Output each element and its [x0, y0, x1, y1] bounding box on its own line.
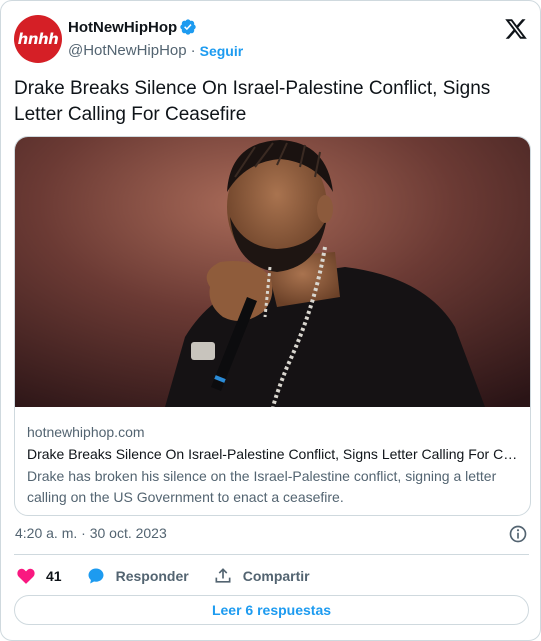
share-button[interactable]: Compartir	[213, 566, 310, 586]
action-bar: 41 Responder Compartir	[16, 564, 334, 588]
divider	[14, 554, 529, 555]
article-photo	[15, 137, 530, 407]
link-preview-card[interactable]: hotnewhiphop.com Drake Breaks Silence On…	[14, 136, 531, 516]
link-domain: hotnewhiphop.com	[27, 424, 145, 440]
avatar-logo-text: hnhh	[17, 30, 59, 48]
tweet-text: Drake Breaks Silence On Israel-Palestine…	[14, 78, 491, 125]
info-icon[interactable]	[508, 524, 528, 544]
link-meta: hotnewhiphop.com Drake Breaks Silence On…	[27, 421, 519, 508]
account-name[interactable]: HotNewHipHop	[68, 19, 177, 36]
tweet-timestamp[interactable]: 4:20 a. m. · 30 oct. 2023	[15, 525, 167, 541]
heart-icon	[17, 568, 35, 584]
link-title: Drake Breaks Silence On Israel-Palestine…	[27, 446, 519, 462]
like-count: 41	[46, 568, 62, 584]
reply-button[interactable]: Responder	[86, 566, 189, 586]
account-name-row: HotNewHipHop	[68, 18, 197, 36]
x-logo-icon[interactable]	[504, 17, 528, 41]
link-description: Drake has broken his silence on the Isra…	[27, 468, 497, 505]
read-replies-button[interactable]: Leer 6 respuestas	[14, 595, 529, 625]
verified-badge-icon	[180, 19, 196, 35]
speech-bubble-icon	[88, 568, 104, 584]
account-handle-row: @HotNewHipHop · Seguir	[68, 42, 243, 59]
tweet-embed: hnhh HotNewHipHop @HotNewHipHop · Seguir…	[0, 0, 541, 641]
share-label: Compartir	[242, 568, 310, 584]
avatar[interactable]: hnhh	[14, 15, 62, 63]
follow-button[interactable]: Seguir	[200, 43, 244, 59]
share-icon	[215, 568, 231, 583]
separator: ·	[190, 42, 196, 59]
account-handle[interactable]: @HotNewHipHop	[68, 42, 187, 59]
like-button[interactable]: 41	[16, 566, 62, 586]
reply-label: Responder	[115, 568, 189, 584]
